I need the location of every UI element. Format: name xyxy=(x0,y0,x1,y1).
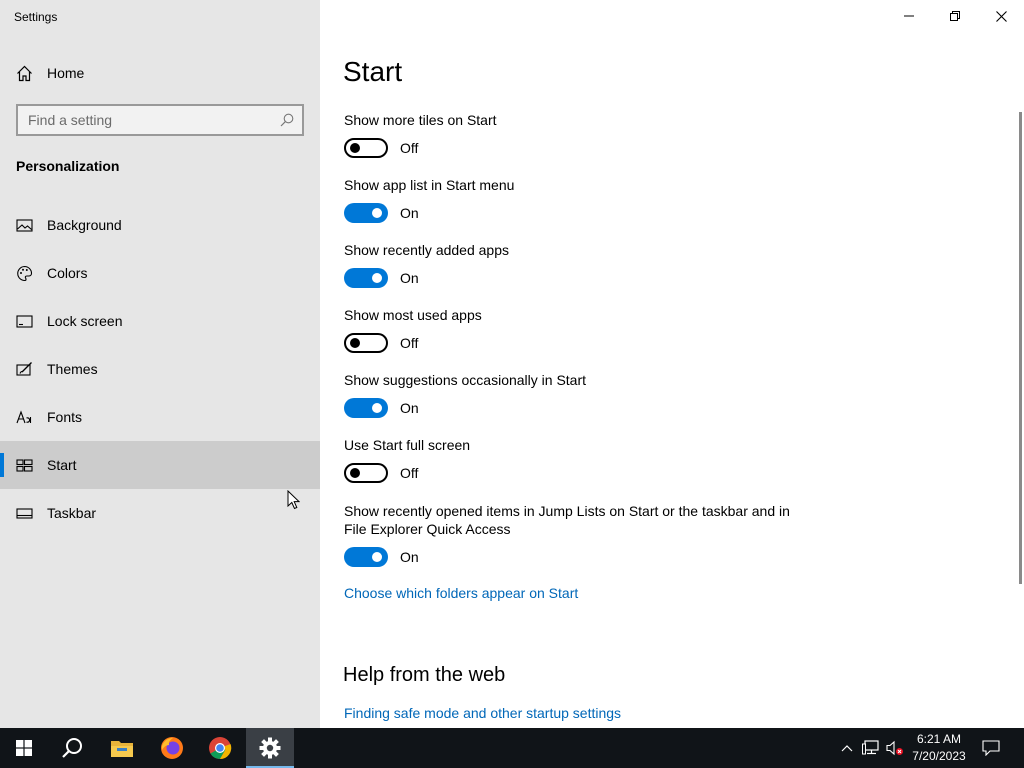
clock-date: 7/20/2023 xyxy=(912,749,966,763)
toggle-state: On xyxy=(400,549,419,565)
fonts-icon xyxy=(16,409,33,426)
home-icon xyxy=(16,65,33,82)
sidebar-item-fonts[interactable]: Fonts xyxy=(0,393,320,441)
setting-label: Show app list in Start menu xyxy=(344,177,515,193)
setting-label: Use Start full screen xyxy=(344,437,471,453)
sidebar-item-background[interactable]: Background xyxy=(0,201,320,249)
setting-show-app-list: Show app list in Start menu On xyxy=(344,176,804,223)
search-input[interactable] xyxy=(18,106,268,134)
toggle-state: On xyxy=(400,270,419,286)
chrome-icon xyxy=(209,737,232,760)
sidebar-item-themes[interactable]: Themes xyxy=(0,345,320,393)
restore-icon xyxy=(950,11,960,21)
volume-tray-button[interactable] xyxy=(884,728,906,768)
toggle-state: On xyxy=(400,400,419,416)
sidebar-item-home[interactable]: Home xyxy=(0,58,320,88)
page-title: Start xyxy=(343,56,403,87)
setting-label: Show suggestions occasionally in Start xyxy=(344,372,587,388)
toggle-switch[interactable] xyxy=(344,398,388,418)
notifications-icon xyxy=(982,740,1000,756)
chrome-button[interactable] xyxy=(196,728,244,768)
setting-label: Show most used apps xyxy=(344,307,482,323)
restore-button[interactable] xyxy=(932,0,978,32)
sidebar-item-label: Fonts xyxy=(47,409,83,425)
network-tray-button[interactable] xyxy=(860,728,882,768)
volume-muted-icon xyxy=(886,740,903,756)
sidebar-item-colors[interactable]: Colors xyxy=(0,249,320,297)
start-icon xyxy=(16,457,33,474)
network-icon xyxy=(862,740,879,755)
show-hidden-icons-button[interactable] xyxy=(836,728,858,768)
setting-show-more-tiles: Show more tiles on Start Off xyxy=(344,111,804,158)
toggle-state: Off xyxy=(400,465,419,481)
setting-full-screen: Use Start full screen Off xyxy=(344,436,804,483)
setting-show-most-used: Show most used apps Off xyxy=(344,306,804,353)
minimize-button[interactable] xyxy=(886,0,932,32)
clock-time: 6:21 AM xyxy=(916,732,962,746)
toggle-switch[interactable] xyxy=(344,138,388,158)
themes-icon xyxy=(16,361,33,378)
setting-show-suggestions: Show suggestions occasionally in Start O… xyxy=(344,371,804,418)
setting-label: Show recently opened items in Jump Lists… xyxy=(344,503,790,537)
section-title: Personalization xyxy=(16,158,120,174)
sidebar-item-label: Themes xyxy=(47,361,98,377)
setting-show-recently-added: Show recently added apps On xyxy=(344,241,804,288)
firefox-icon xyxy=(161,737,183,759)
sidebar-item-label: Home xyxy=(47,65,85,81)
help-section-title: Help from the web xyxy=(343,664,506,686)
toggle-switch[interactable] xyxy=(344,268,388,288)
sidebar-item-label: Start xyxy=(47,457,77,473)
sidebar-item-label: Colors xyxy=(47,265,88,281)
setting-label: Show more tiles on Start xyxy=(344,112,497,128)
close-icon xyxy=(995,10,1007,22)
sidebar: Settings Home Personalization Background… xyxy=(0,0,320,728)
image-icon xyxy=(16,217,33,234)
mouse-cursor-icon xyxy=(287,489,301,515)
toggle-state: On xyxy=(400,205,419,221)
chevron-up-icon xyxy=(841,745,853,752)
window-controls xyxy=(886,0,1024,32)
app-title: Settings xyxy=(14,10,58,24)
search-icon[interactable] xyxy=(280,113,294,127)
toggle-switch[interactable] xyxy=(344,463,388,483)
minimize-icon xyxy=(904,15,914,17)
windows-logo-icon xyxy=(16,740,32,756)
sidebar-item-start[interactable]: Start xyxy=(0,441,320,489)
scrollbar[interactable] xyxy=(1019,112,1022,584)
setting-label: Show recently added apps xyxy=(344,242,509,258)
sidebar-item-lock-screen[interactable]: Lock screen xyxy=(0,297,320,345)
start-button[interactable] xyxy=(0,728,48,768)
toggle-state: Off xyxy=(400,140,419,156)
sidebar-item-label: Lock screen xyxy=(47,313,123,329)
sidebar-item-taskbar[interactable]: Taskbar xyxy=(0,489,320,537)
toggle-state: Off xyxy=(400,335,419,351)
toggle-switch[interactable] xyxy=(344,333,388,353)
taskbar-icon xyxy=(16,505,33,522)
close-button[interactable] xyxy=(978,0,1024,32)
active-indicator xyxy=(0,453,4,477)
taskbar-search-button[interactable] xyxy=(48,728,96,768)
file-explorer-icon xyxy=(111,741,133,757)
settings-icon xyxy=(259,737,281,759)
search-icon xyxy=(62,738,82,758)
safe-mode-help-link[interactable]: Finding safe mode and other startup sett… xyxy=(344,705,621,721)
toggle-switch[interactable] xyxy=(344,547,388,567)
lock-screen-icon xyxy=(16,313,33,330)
toggle-switch[interactable] xyxy=(344,203,388,223)
choose-folders-link[interactable]: Choose which folders appear on Start xyxy=(344,585,578,601)
sidebar-item-label: Taskbar xyxy=(47,505,97,521)
palette-icon xyxy=(16,265,33,282)
file-explorer-button[interactable] xyxy=(98,728,146,768)
search-box[interactable] xyxy=(16,104,304,136)
setting-recent-items-jump-lists: Show recently opened items in Jump Lists… xyxy=(344,502,804,567)
taskbar: 6:21 AM 7/20/2023 xyxy=(0,728,1024,768)
action-center-button[interactable] xyxy=(978,728,1004,768)
taskbar-clock[interactable]: 6:21 AM 7/20/2023 xyxy=(908,731,970,765)
firefox-button[interactable] xyxy=(148,728,196,768)
settings-taskbar-button[interactable] xyxy=(246,728,294,768)
sidebar-item-label: Background xyxy=(47,217,122,233)
